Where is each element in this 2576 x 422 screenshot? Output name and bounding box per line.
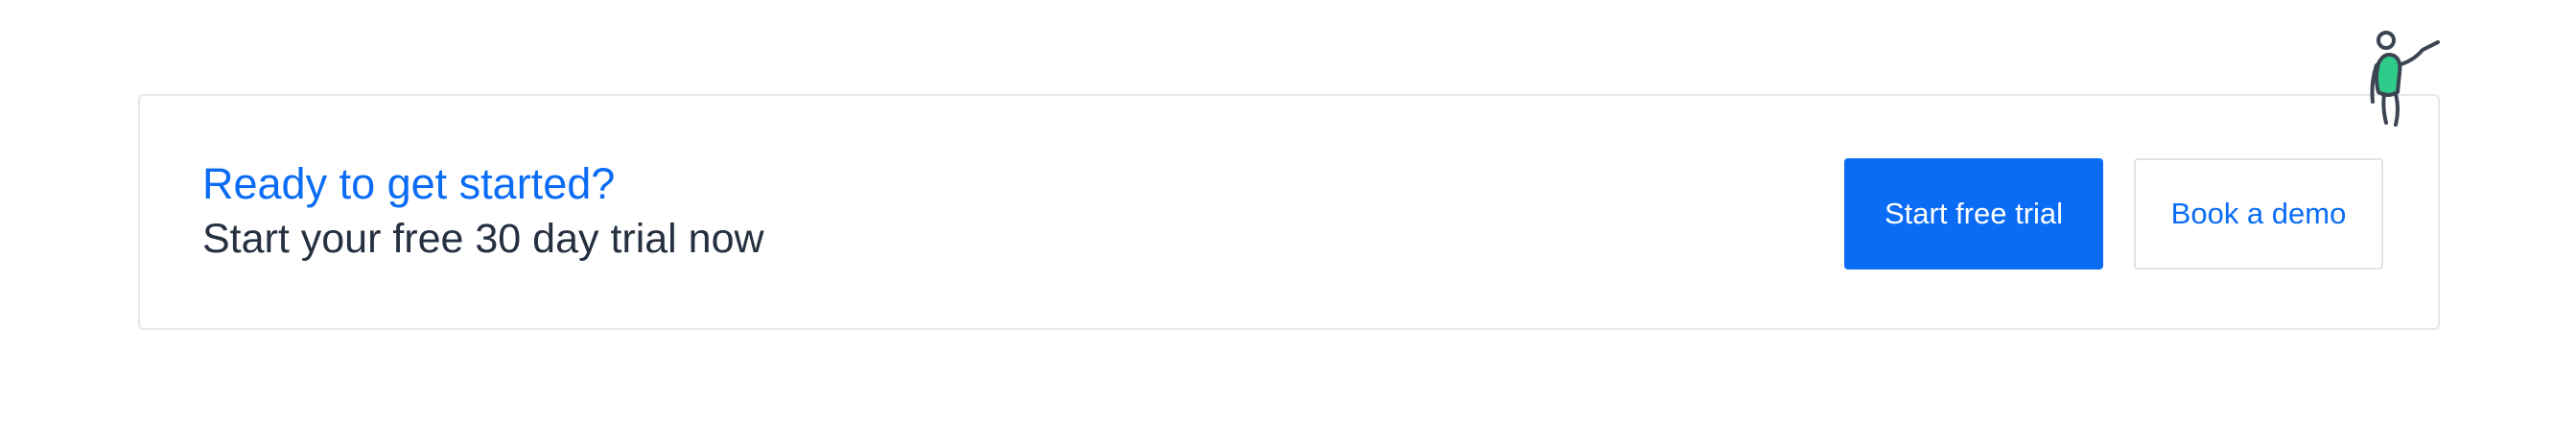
start-free-trial-button[interactable]: Start free trial xyxy=(1844,158,2103,270)
cta-heading: Ready to get started? xyxy=(202,159,616,208)
mascot-arm xyxy=(2396,40,2440,67)
cta-banner: Ready to get started? Start your free 30… xyxy=(138,94,2440,330)
waving-person-icon xyxy=(2370,31,2440,127)
book-demo-button[interactable]: Book a demo xyxy=(2134,158,2383,270)
mascot-head xyxy=(2377,31,2396,50)
cta-subheading: Start your free 30 day trial now xyxy=(202,216,764,262)
mascot-leg-right xyxy=(2394,92,2400,127)
mascot-body xyxy=(2375,53,2402,97)
mascot-leg-left xyxy=(2381,92,2388,125)
